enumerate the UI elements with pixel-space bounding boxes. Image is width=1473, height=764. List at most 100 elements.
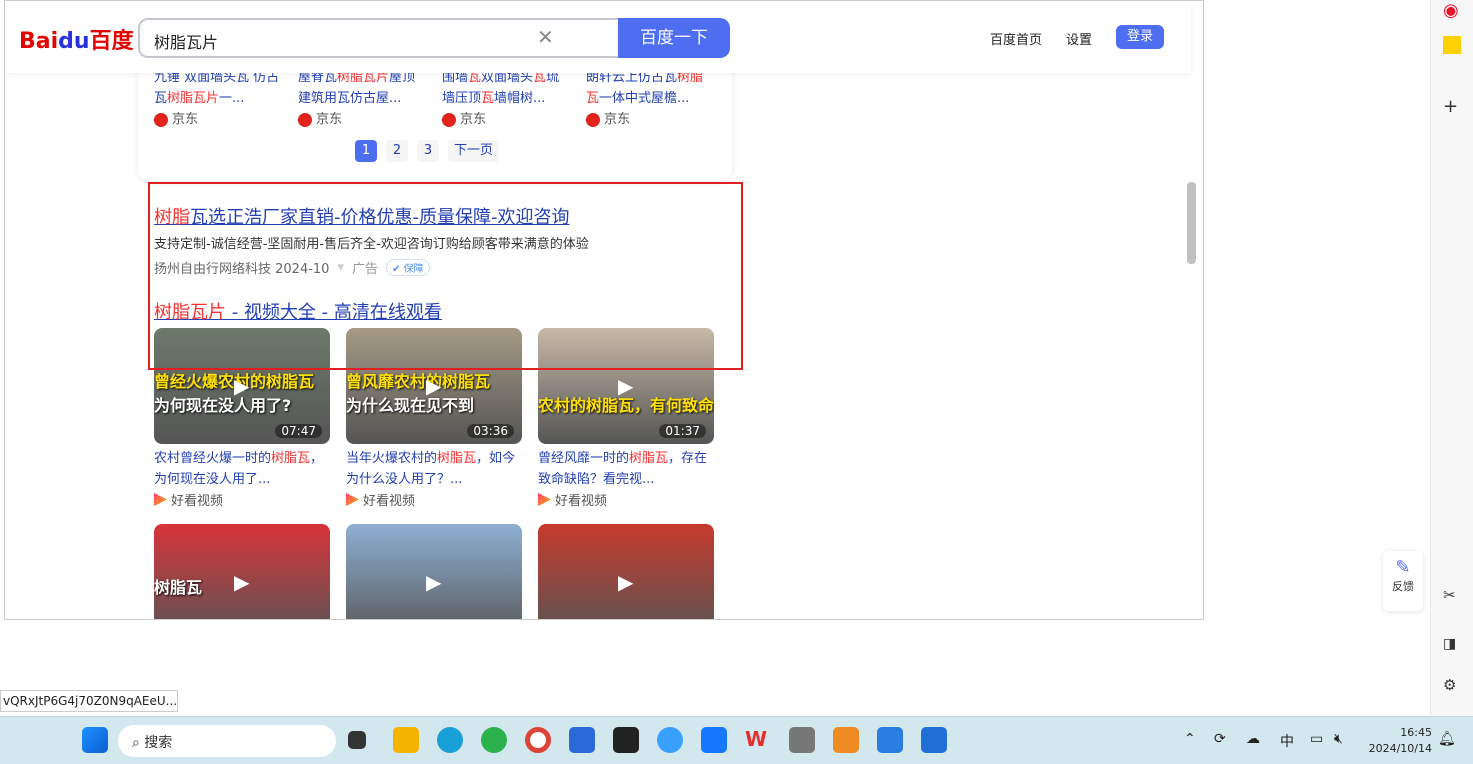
scissors-icon[interactable]: ✂ [1443, 586, 1456, 604]
title-segment: 瓦 [481, 91, 495, 106]
snip-icon[interactable] [877, 727, 903, 753]
haokan-icon [154, 493, 167, 506]
video-thumbnail[interactable]: ▶ [538, 524, 714, 619]
paint-icon[interactable] [833, 727, 859, 753]
page-3[interactable]: 3 [417, 140, 439, 162]
search-button[interactable]: 百度一下 [618, 18, 730, 58]
haokan-icon [538, 493, 551, 506]
baidu-logo[interactable]: Baidu百度 [19, 23, 134, 55]
sync-icon[interactable]: ⟳ [1214, 731, 1226, 747]
source-label: 京东 [316, 112, 343, 127]
video-item[interactable]: ▶ [538, 524, 714, 619]
pagination: 1 2 3 下一页 [355, 140, 500, 162]
video-thumbnail[interactable]: ▶ [346, 524, 522, 619]
sidebar-toggle-icon[interactable]: ◨ [1443, 636, 1456, 652]
tray-expand-icon[interactable]: ⌃ [1184, 731, 1196, 747]
product-source: 京东 [298, 109, 433, 130]
product-item[interactable]: 围墙瓦双面墙头瓦琉 墙压顶瓦墙帽树... 京东 [442, 67, 577, 130]
title-segment: 建筑用瓦仿古屋... [298, 91, 402, 106]
browser-sidebar: ◉ + ✂ ◨ ⚙ [1430, 0, 1473, 716]
ime-indicator[interactable]: 中 [1280, 731, 1294, 751]
add-icon[interactable]: + [1443, 96, 1458, 117]
jd-icon [154, 112, 168, 127]
remote-icon[interactable] [921, 727, 947, 753]
jd-icon [586, 112, 600, 127]
sticky-notes-icon[interactable] [613, 727, 639, 753]
start-icon[interactable] [82, 727, 108, 753]
cloud-off-icon[interactable]: ☁ [1246, 731, 1260, 747]
product-title-line[interactable]: 墙压顶瓦墙帽树... [442, 88, 577, 109]
wps-icon[interactable]: W [745, 727, 771, 753]
title-segment: 一... [219, 91, 245, 106]
baidu-header: Baidu百度 树脂瓦片 ✕ 百度一下 百度首页 设置 登录 [5, 1, 1191, 73]
browser-viewport: Baidu百度 树脂瓦片 ✕ 百度一下 百度首页 设置 登录 九锤 双面墙头瓦 … [4, 0, 1204, 620]
highlight-box [148, 182, 743, 370]
taskbar-search[interactable]: ⌕ 搜索 [118, 725, 336, 757]
settings-gear-icon[interactable]: ⚙ [1443, 676, 1456, 694]
title-segment: 树脂瓦片 [167, 91, 220, 106]
jd-icon [442, 112, 456, 127]
task-view-icon[interactable] [348, 731, 366, 749]
video-title[interactable]: 当年火爆农村的树脂瓦，如今为什么没人用了？... [346, 448, 522, 490]
calculator-icon[interactable] [789, 727, 815, 753]
video-source: 好看视频 [154, 490, 330, 509]
pen-icon: ✎ [1395, 557, 1411, 578]
page-2[interactable]: 2 [386, 140, 408, 162]
play-icon[interactable]: ▶ [426, 570, 441, 594]
product-item[interactable]: 屋脊瓦树脂瓦片屋顶 建筑用瓦仿古屋... 京东 [298, 67, 433, 130]
product-item[interactable]: 朗轩云上仿古瓦树脂 瓦一体中式屋檐... 京东 [586, 67, 721, 130]
source-label: 京东 [172, 112, 199, 127]
title-segment: 瓦 [154, 91, 168, 106]
login-button[interactable]: 登录 [1116, 25, 1164, 49]
video-title[interactable]: 农村曾经火爆一时的树脂瓦，为何现在没人用了... [154, 448, 330, 490]
scrollbar-thumb[interactable] [1187, 182, 1196, 264]
product-title-line[interactable]: 瓦一体中式屋檐... [586, 88, 721, 109]
file-explorer-icon[interactable] [393, 727, 419, 753]
title-segment: 墙压顶 [442, 91, 482, 106]
chrome-icon[interactable] [525, 727, 551, 753]
meituan-icon[interactable] [1443, 36, 1461, 54]
source-label: 京东 [460, 112, 487, 127]
title-segment: 瓦 [586, 91, 600, 106]
play-icon[interactable]: ▶ [234, 374, 249, 398]
wechat-icon[interactable] [481, 727, 507, 753]
volume-muted-icon[interactable]: 🔇︎ [1334, 731, 1343, 747]
play-icon[interactable]: ▶ [426, 374, 441, 398]
scrollbar[interactable] [1189, 1, 1203, 619]
play-icon[interactable]: ▶ [618, 570, 633, 594]
product-source: 京东 [442, 109, 577, 130]
video-source: 好看视频 [346, 490, 522, 509]
video-source: 好看视频 [538, 490, 714, 509]
edge-icon[interactable] [437, 727, 463, 753]
video-duration: 01:37 [659, 424, 706, 438]
upload-app-icon[interactable] [701, 727, 727, 753]
title-segment: 墙帽树... [494, 91, 546, 106]
status-url: vQRxJtP6G4j70Z0N9qAEeU... [0, 690, 178, 712]
weibo-icon[interactable]: ◉ [1443, 0, 1459, 21]
product-source: 京东 [154, 109, 289, 130]
source-label: 京东 [604, 112, 631, 127]
clock[interactable]: 16:45 2024/10/14 [1366, 725, 1432, 757]
title-segment: 一体中式屋檐... [599, 91, 690, 106]
baidu-home-link[interactable]: 百度首页 [990, 29, 1042, 48]
chat-icon[interactable] [657, 727, 683, 753]
video-thumbnail[interactable]: 树脂瓦 ▶ [154, 524, 330, 619]
next-page[interactable]: 下一页 [448, 140, 500, 162]
product-source: 京东 [586, 109, 721, 130]
video-item[interactable]: 树脂瓦 ▶ [154, 524, 330, 619]
taskbar: ⌕ 搜索 W ⌃ ⟳ ☁ 中 ▭ 🔇︎ 16:45 2024/10/14 🔔︎ [0, 716, 1473, 764]
product-title-line[interactable]: 建筑用瓦仿古屋... [298, 88, 433, 109]
video-title[interactable]: 曾经风靡一时的树脂瓦，存在致命缺陷？看完视... [538, 448, 714, 490]
network-icon[interactable]: ▭ [1310, 731, 1323, 747]
play-icon[interactable]: ▶ [234, 570, 249, 594]
notification-bell-icon[interactable]: 🔔︎ [1438, 731, 1456, 747]
feedback-button[interactable]: ✎ 反馈 [1383, 551, 1423, 611]
video-item[interactable]: ▶ [346, 524, 522, 619]
product-item[interactable]: 九锤 双面墙头瓦 仿古 瓦树脂瓦片一... 京东 [154, 67, 289, 130]
store-icon[interactable] [569, 727, 595, 753]
clear-icon[interactable]: ✕ [537, 25, 554, 49]
product-title-line[interactable]: 瓦树脂瓦片一... [154, 88, 289, 109]
play-icon[interactable]: ▶ [618, 374, 633, 398]
page-1[interactable]: 1 [355, 140, 377, 162]
settings-link[interactable]: 设置 [1066, 29, 1092, 48]
